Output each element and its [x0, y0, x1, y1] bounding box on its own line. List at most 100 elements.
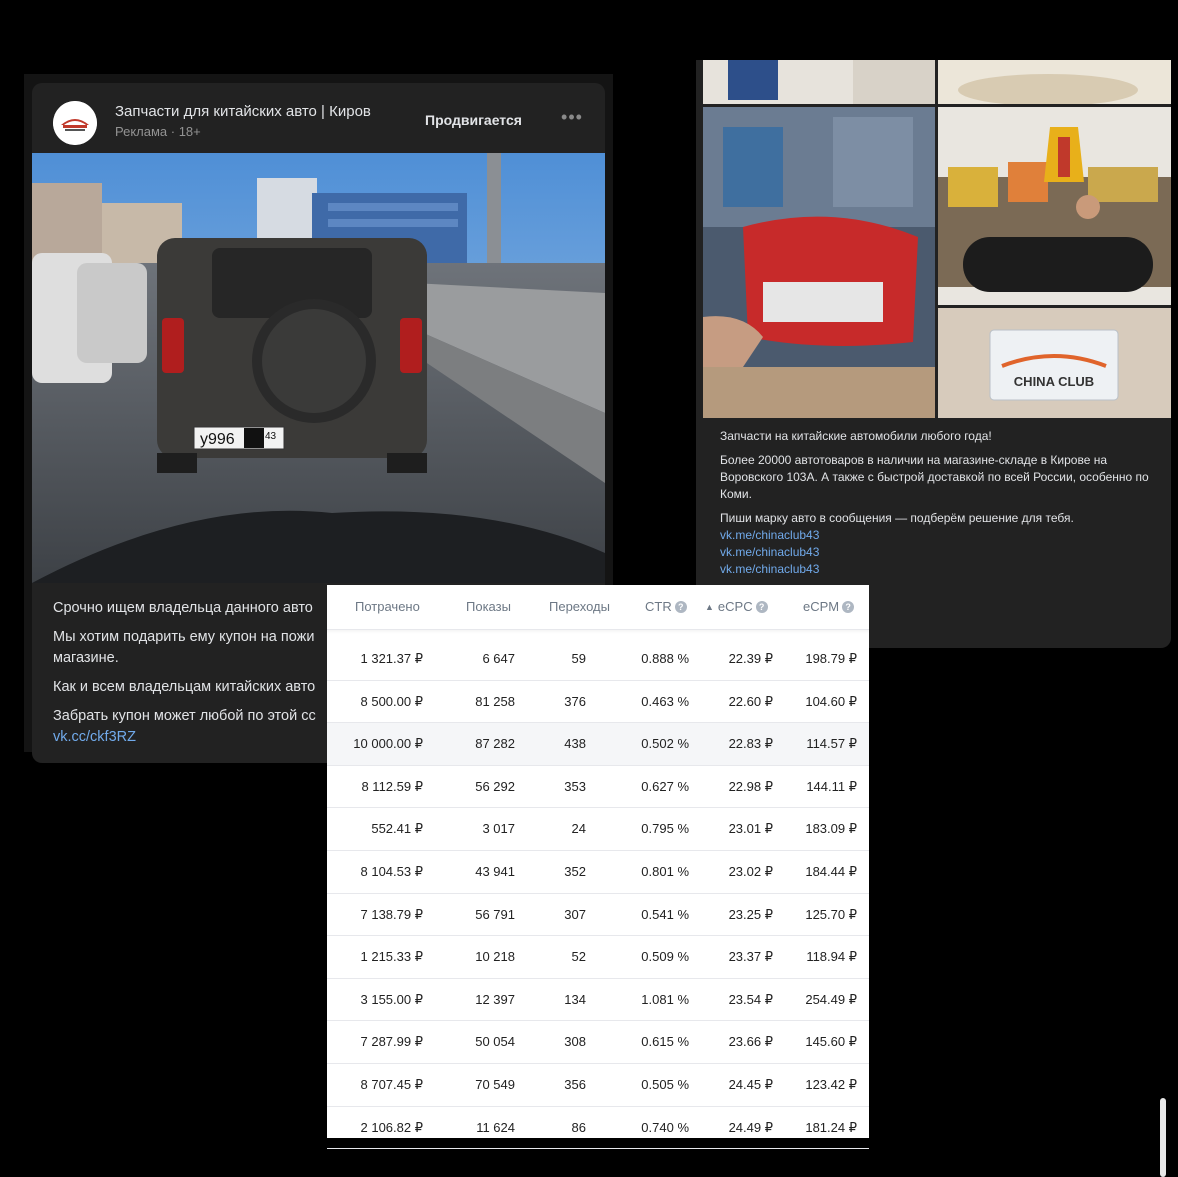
column-header-ctr[interactable]: CTR? [645, 599, 687, 614]
cell-impressions: 70 549 [475, 1076, 515, 1092]
cell-ecpc: 22.39 ₽ [728, 651, 773, 666]
cell-clicks: 308 [564, 1034, 586, 1050]
help-icon[interactable]: ? [755, 601, 768, 613]
table-row[interactable]: 8 112.59 ₽ 56 292 353 0.627 % 22.98 ₽ 144.11 … [327, 766, 869, 809]
post-link[interactable]: vk.me/chinaclub43 [720, 544, 1160, 561]
cell-clicks: 134 [564, 991, 586, 1007]
promoted-label: Продвигается [425, 112, 522, 128]
cell-ecpc: 23.66 ₽ [728, 1034, 773, 1050]
table-header: Потрачено Показы Переходы CTR? ▲ eCPC? eC… [327, 585, 869, 630]
table-body: 1 321.37 ₽ 6 647 59 0.888 % 22.39 ₽ 198.79 ₽ 8… [327, 638, 869, 1150]
help-icon[interactable]: ? [842, 601, 855, 613]
post-meta: Реклама · 18+ [115, 124, 201, 139]
gallery-photo[interactable] [938, 60, 1171, 104]
cell-ecpc: 23.01 ₽ [728, 821, 773, 837]
plate-region: 43 [265, 431, 277, 442]
cell-ctr: 0.463 % [641, 693, 689, 709]
cell-spent: 1 321.37 ₽ [360, 651, 424, 666]
cell-impressions: 81 258 [475, 693, 515, 709]
community-avatar[interactable] [53, 101, 97, 145]
cell-ctr: 0.509 % [641, 949, 689, 965]
scrollbar[interactable] [1160, 1098, 1166, 1177]
table-row[interactable]: 10 000.00 ₽ 87 282 438 0.502 % 22.83 ₽ 114.57… [327, 723, 869, 766]
post-photo[interactable]: у996 43 [32, 153, 605, 583]
cell-ecpm: 198.79 ₽ [805, 651, 857, 666]
cell-ctr: 0.795 % [641, 821, 689, 837]
cell-ctr: 0.502 % [641, 736, 689, 752]
cell-ecpm: 118.94 ₽ [806, 949, 857, 965]
cell-impressions: 11 624 [476, 1119, 515, 1135]
right-post-text: Запчасти на китайские автомобили любого … [720, 428, 1160, 578]
table-row[interactable]: 3 155.00 ₽ 12 397 134 1.081 % 23.54 ₽ 254.49 … [327, 979, 869, 1022]
cell-ecpc: 22.60 ₽ [728, 693, 773, 709]
gallery-photo[interactable]: CHINA CLUB [938, 308, 1171, 418]
table-row[interactable]: 1 215.33 ₽ 10 218 52 0.509 % 23.37 ₽ 118.94 ₽ [327, 936, 869, 979]
cell-ecpc: 22.98 ₽ [728, 778, 773, 794]
post-link[interactable]: vk.me/chinaclub43 [720, 561, 1160, 578]
cell-spent: 8 707.45 ₽ [360, 1076, 424, 1092]
cell-ecpm: 104.60 ₽ [805, 693, 857, 709]
cell-ctr: 0.740 % [641, 1119, 689, 1135]
license-plate: у996 [200, 431, 235, 448]
gallery-photo[interactable] [703, 60, 935, 104]
cell-impressions: 43 941 [475, 863, 515, 879]
column-header-ecpc[interactable]: ▲ eCPC? [705, 599, 768, 614]
table-row[interactable]: 7 287.99 ₽ 50 054 308 0.615 % 23.66 ₽ 145.60 … [327, 1021, 869, 1064]
cell-clicks: 307 [564, 906, 586, 922]
post-paragraph: Более 20000 автотоваров в наличии на маг… [720, 453, 1149, 501]
post-paragraph: Пиши марку авто в сообщения — подберём р… [720, 511, 1074, 525]
help-icon[interactable]: ? [674, 601, 687, 613]
cell-ecpm: 183.09 ₽ [805, 821, 857, 837]
cell-ecpc: 23.02 ₽ [728, 863, 773, 879]
gallery-photo[interactable] [703, 107, 935, 418]
cell-impressions: 87 282 [475, 736, 515, 752]
cell-clicks: 376 [564, 693, 586, 709]
column-header-clicks[interactable]: Переходы [549, 599, 610, 614]
cell-ctr: 0.801 % [641, 863, 689, 879]
cell-ecpm: 114.57 ₽ [806, 736, 857, 752]
cell-spent: 10 000.00 ₽ [353, 736, 423, 752]
more-options-icon[interactable]: ••• [561, 108, 583, 132]
table-row[interactable]: 8 104.53 ₽ 43 941 352 0.801 % 23.02 ₽ 184.44 … [327, 851, 869, 894]
column-header-ecpm[interactable]: eCPM? [803, 599, 855, 614]
cell-spent: 8 104.53 ₽ [360, 863, 424, 879]
cell-impressions: 3 017 [482, 821, 515, 837]
table-row[interactable]: 8 500.00 ₽ 81 258 376 0.463 % 22.60 ₽ 104.60 … [327, 681, 869, 724]
cell-ctr: 1.081 % [641, 991, 689, 1007]
table-row[interactable]: 8 707.45 ₽ 70 549 356 0.505 % 24.45 ₽ 123.42 … [327, 1064, 869, 1107]
cell-clicks: 59 [571, 651, 586, 666]
gallery-photo[interactable] [938, 107, 1171, 305]
cell-ecpm: 254.49 ₽ [805, 991, 857, 1007]
sort-asc-icon: ▲ [705, 602, 714, 612]
cell-impressions: 12 397 [475, 991, 515, 1007]
table-row[interactable]: 1 321.37 ₽ 6 647 59 0.888 % 22.39 ₽ 198.79 ₽ [327, 638, 869, 681]
table-row[interactable]: 7 138.79 ₽ 56 791 307 0.541 % 23.25 ₽ 125.70 … [327, 894, 869, 937]
cell-clicks: 86 [571, 1119, 586, 1135]
cell-clicks: 438 [564, 736, 586, 752]
table-row[interactable]: 552.41 ₽ 3 017 24 0.795 % 23.01 ₽ 183.09 ₽ [327, 808, 869, 851]
cell-clicks: 352 [564, 863, 586, 879]
cell-ecpm: 123.42 ₽ [805, 1076, 857, 1092]
table-row[interactable]: 2 106.82 ₽ 11 624 86 0.740 % 24.49 ₽ 181.24 ₽ [327, 1107, 869, 1150]
cell-spent: 2 106.82 ₽ [360, 1119, 424, 1135]
cell-clicks: 24 [571, 821, 586, 837]
post-link[interactable]: vk.me/chinaclub43 [720, 527, 1160, 544]
cell-ecpc: 23.54 ₽ [728, 991, 773, 1007]
ad-stats-table: Потрачено Показы Переходы CTR? ▲ eCPC? eC… [327, 585, 869, 1150]
community-name[interactable]: Запчасти для китайских авто | Киров [115, 103, 371, 120]
post-paragraph: Запчасти на китайские автомобили любого … [720, 429, 992, 443]
cell-ecpc: 24.45 ₽ [728, 1076, 773, 1092]
cell-ecpc: 23.25 ₽ [728, 906, 773, 922]
cell-impressions: 6 647 [482, 651, 515, 666]
column-header-impressions[interactable]: Показы [466, 599, 511, 614]
cell-ecpc: 22.83 ₽ [728, 736, 773, 752]
cell-ctr: 0.615 % [641, 1034, 689, 1050]
china-club-logo: CHINA CLUB [1014, 374, 1094, 389]
cell-clicks: 353 [564, 778, 586, 794]
cell-clicks: 52 [571, 949, 586, 965]
cell-clicks: 356 [564, 1076, 586, 1092]
column-header-spent[interactable]: Потрачено [355, 599, 420, 614]
cell-ecpm: 125.70 ₽ [805, 906, 857, 922]
cell-ecpm: 181.24 ₽ [805, 1119, 857, 1135]
cell-ecpc: 23.37 ₽ [728, 949, 773, 965]
